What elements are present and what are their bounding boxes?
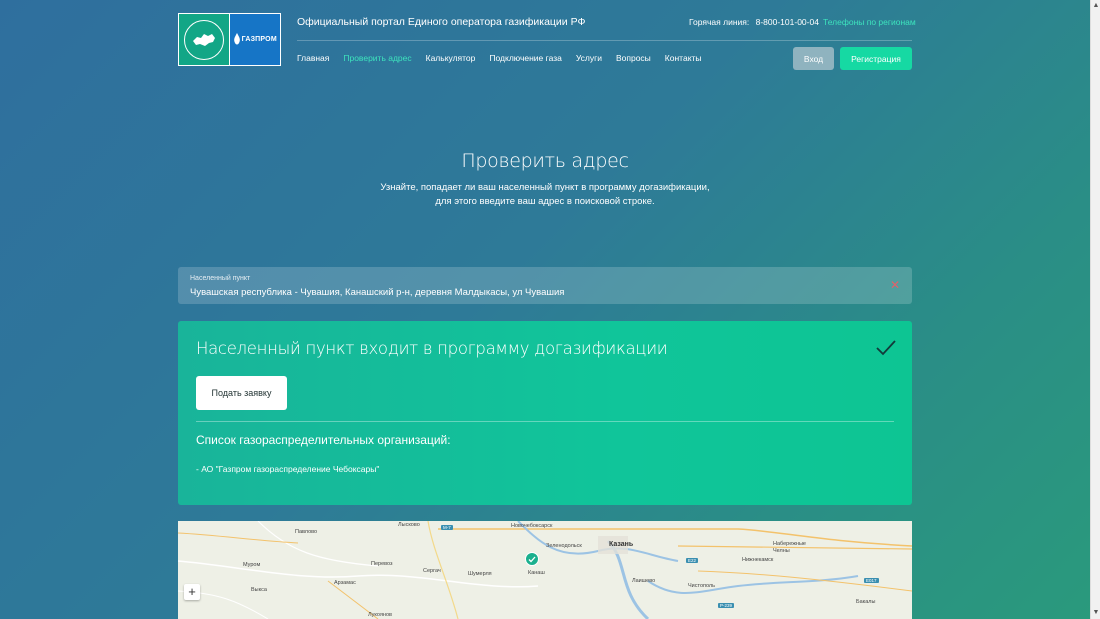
map-label: Канаш [528, 570, 545, 576]
map-label: Арзамас [334, 580, 356, 586]
page-subtitle-line-1: Узнайте, попадает ли ваш населенный пунк… [380, 182, 710, 193]
nav-item-contacts[interactable]: Контакты [665, 53, 702, 63]
scroll-up-icon[interactable]: ▲ [1091, 0, 1100, 12]
regions-phones-link[interactable]: Телефоны по регионам [823, 17, 916, 27]
map-label: Набережные Челны [773, 541, 806, 554]
page-subtitle: Узнайте, попадает ли ваш населенный пунк… [0, 181, 1090, 209]
map-canvas [178, 521, 912, 619]
road-badge: M-7 [441, 525, 453, 530]
map-label: Перевоз [371, 561, 393, 567]
apply-button[interactable]: Подать заявку [196, 376, 287, 410]
map-label: Шумерля [468, 571, 492, 577]
page-scrollbar[interactable]: ▲ ▼ [1090, 0, 1100, 619]
checkmark-icon [876, 340, 896, 356]
map-label: Лысково [398, 522, 420, 528]
gazprom-logo-text: ГАЗПРОМ [241, 36, 277, 43]
map-label: Нижнекамск [742, 557, 774, 563]
road-badge: E22 [686, 558, 699, 563]
nav-item-gas-connection[interactable]: Подключение газа [489, 53, 561, 63]
hotline-number[interactable]: 8-800-101-00-04 [756, 17, 819, 27]
gasification-emblem-icon [179, 14, 229, 65]
map-label: Зеленодольск [546, 543, 582, 549]
register-button[interactable]: Регистрация [840, 47, 912, 70]
portal-title: Официальный портал Единого оператора газ… [297, 16, 586, 28]
road-badge: E017 [864, 578, 879, 583]
map[interactable]: Павлово Лысково Новочебоксарск Зеленодол… [178, 521, 912, 619]
nav-item-home[interactable]: Главная [297, 53, 329, 63]
road-badge: Р-239 [718, 603, 735, 608]
logo[interactable]: ГАЗПРОМ [178, 13, 281, 66]
map-label: Чистополь [688, 583, 715, 589]
header-divider [297, 40, 912, 41]
map-label: Лукоянов [368, 612, 392, 618]
map-label: Новочебоксарск [511, 523, 553, 529]
hotline: Горячая линия: 8-800-101-00-04 [689, 17, 819, 27]
address-search-value[interactable]: Чувашская республика - Чувашия, Канашски… [190, 287, 564, 298]
main-nav: Главная Проверить адрес Калькулятор Подк… [297, 53, 702, 63]
map-label: Муром [243, 562, 261, 568]
nav-item-questions[interactable]: Вопросы [616, 53, 651, 63]
map-label: Павлово [295, 529, 318, 535]
nav-item-services[interactable]: Услуги [576, 53, 602, 63]
map-label: Казань [609, 541, 634, 548]
result-card: Населенный пункт входит в программу дога… [178, 321, 912, 505]
hotline-label: Горячая линия: [689, 17, 750, 27]
zoom-in-button[interactable]: + [184, 584, 200, 600]
orgs-title: Список газораспределительных организаций… [196, 433, 451, 447]
login-button[interactable]: Вход [793, 47, 834, 70]
result-title: Населенный пункт входит в программу дога… [196, 339, 668, 358]
scroll-down-icon[interactable]: ▼ [1091, 607, 1100, 619]
map-label: Сергач [423, 568, 441, 574]
org-list-item: - АО "Газпром газораспределение Чебоксар… [196, 464, 380, 474]
location-marker-icon[interactable] [525, 552, 539, 566]
gazprom-logo: ГАЗПРОМ [229, 14, 280, 65]
address-search-input[interactable]: Населенный пункт Чувашская республика - … [178, 267, 912, 304]
map-label: Лаишево [632, 578, 656, 584]
page-subtitle-line-2: для этого введите ваш адрес в поисковой … [435, 196, 655, 207]
nav-item-calculator[interactable]: Калькулятор [426, 53, 476, 63]
map-label: Выкса [251, 587, 267, 593]
card-divider [196, 421, 894, 422]
page-title: Проверить адрес [461, 150, 629, 172]
close-icon[interactable]: ✕ [890, 278, 900, 292]
nav-item-check-address[interactable]: Проверить адрес [343, 53, 411, 63]
map-label: Бакалы [856, 599, 876, 605]
address-search-label: Населенный пункт [190, 275, 251, 282]
